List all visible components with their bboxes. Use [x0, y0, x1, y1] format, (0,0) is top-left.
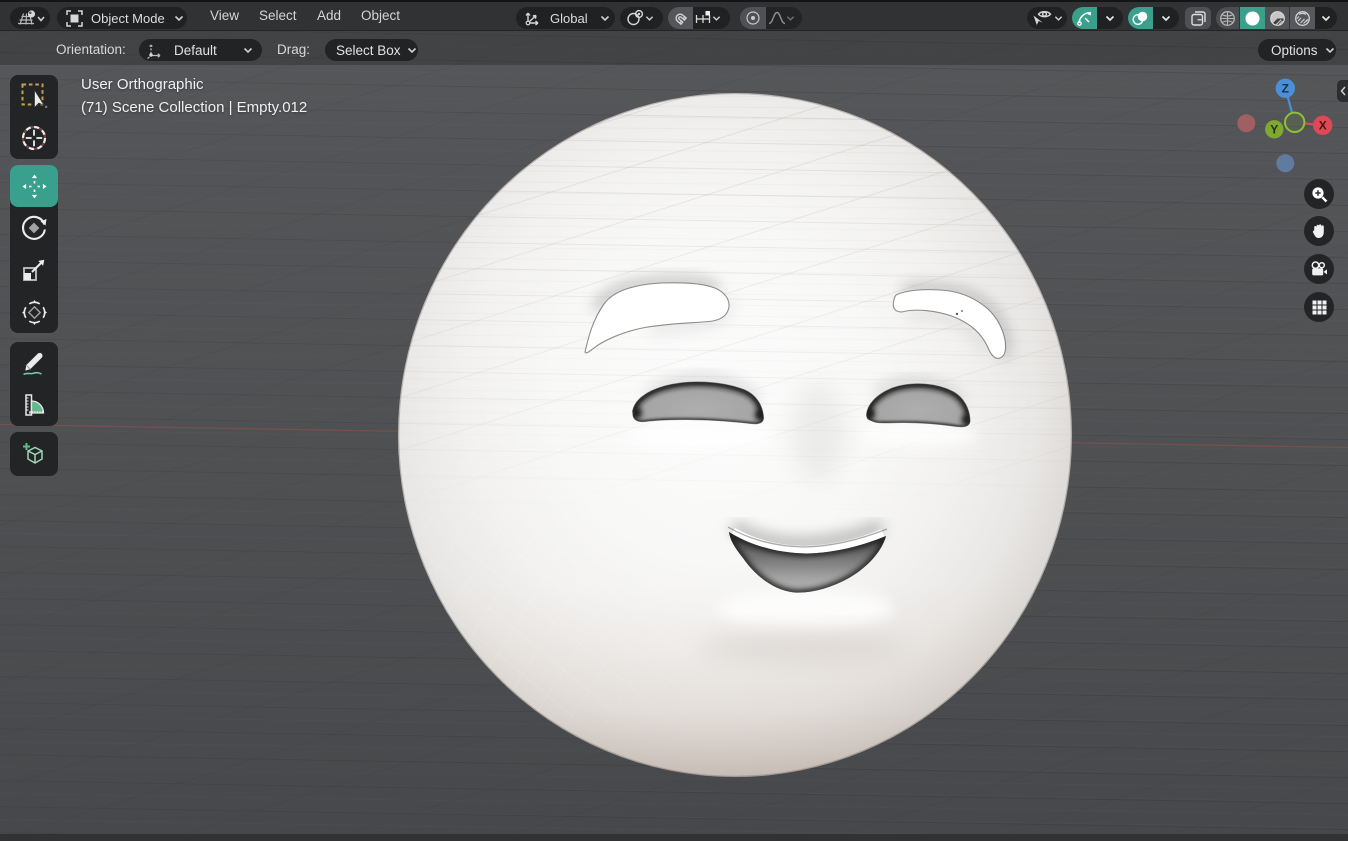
- svg-text:X: X: [1319, 119, 1327, 133]
- svg-text:Z: Z: [1282, 82, 1289, 96]
- svg-text:Y: Y: [1270, 123, 1278, 137]
